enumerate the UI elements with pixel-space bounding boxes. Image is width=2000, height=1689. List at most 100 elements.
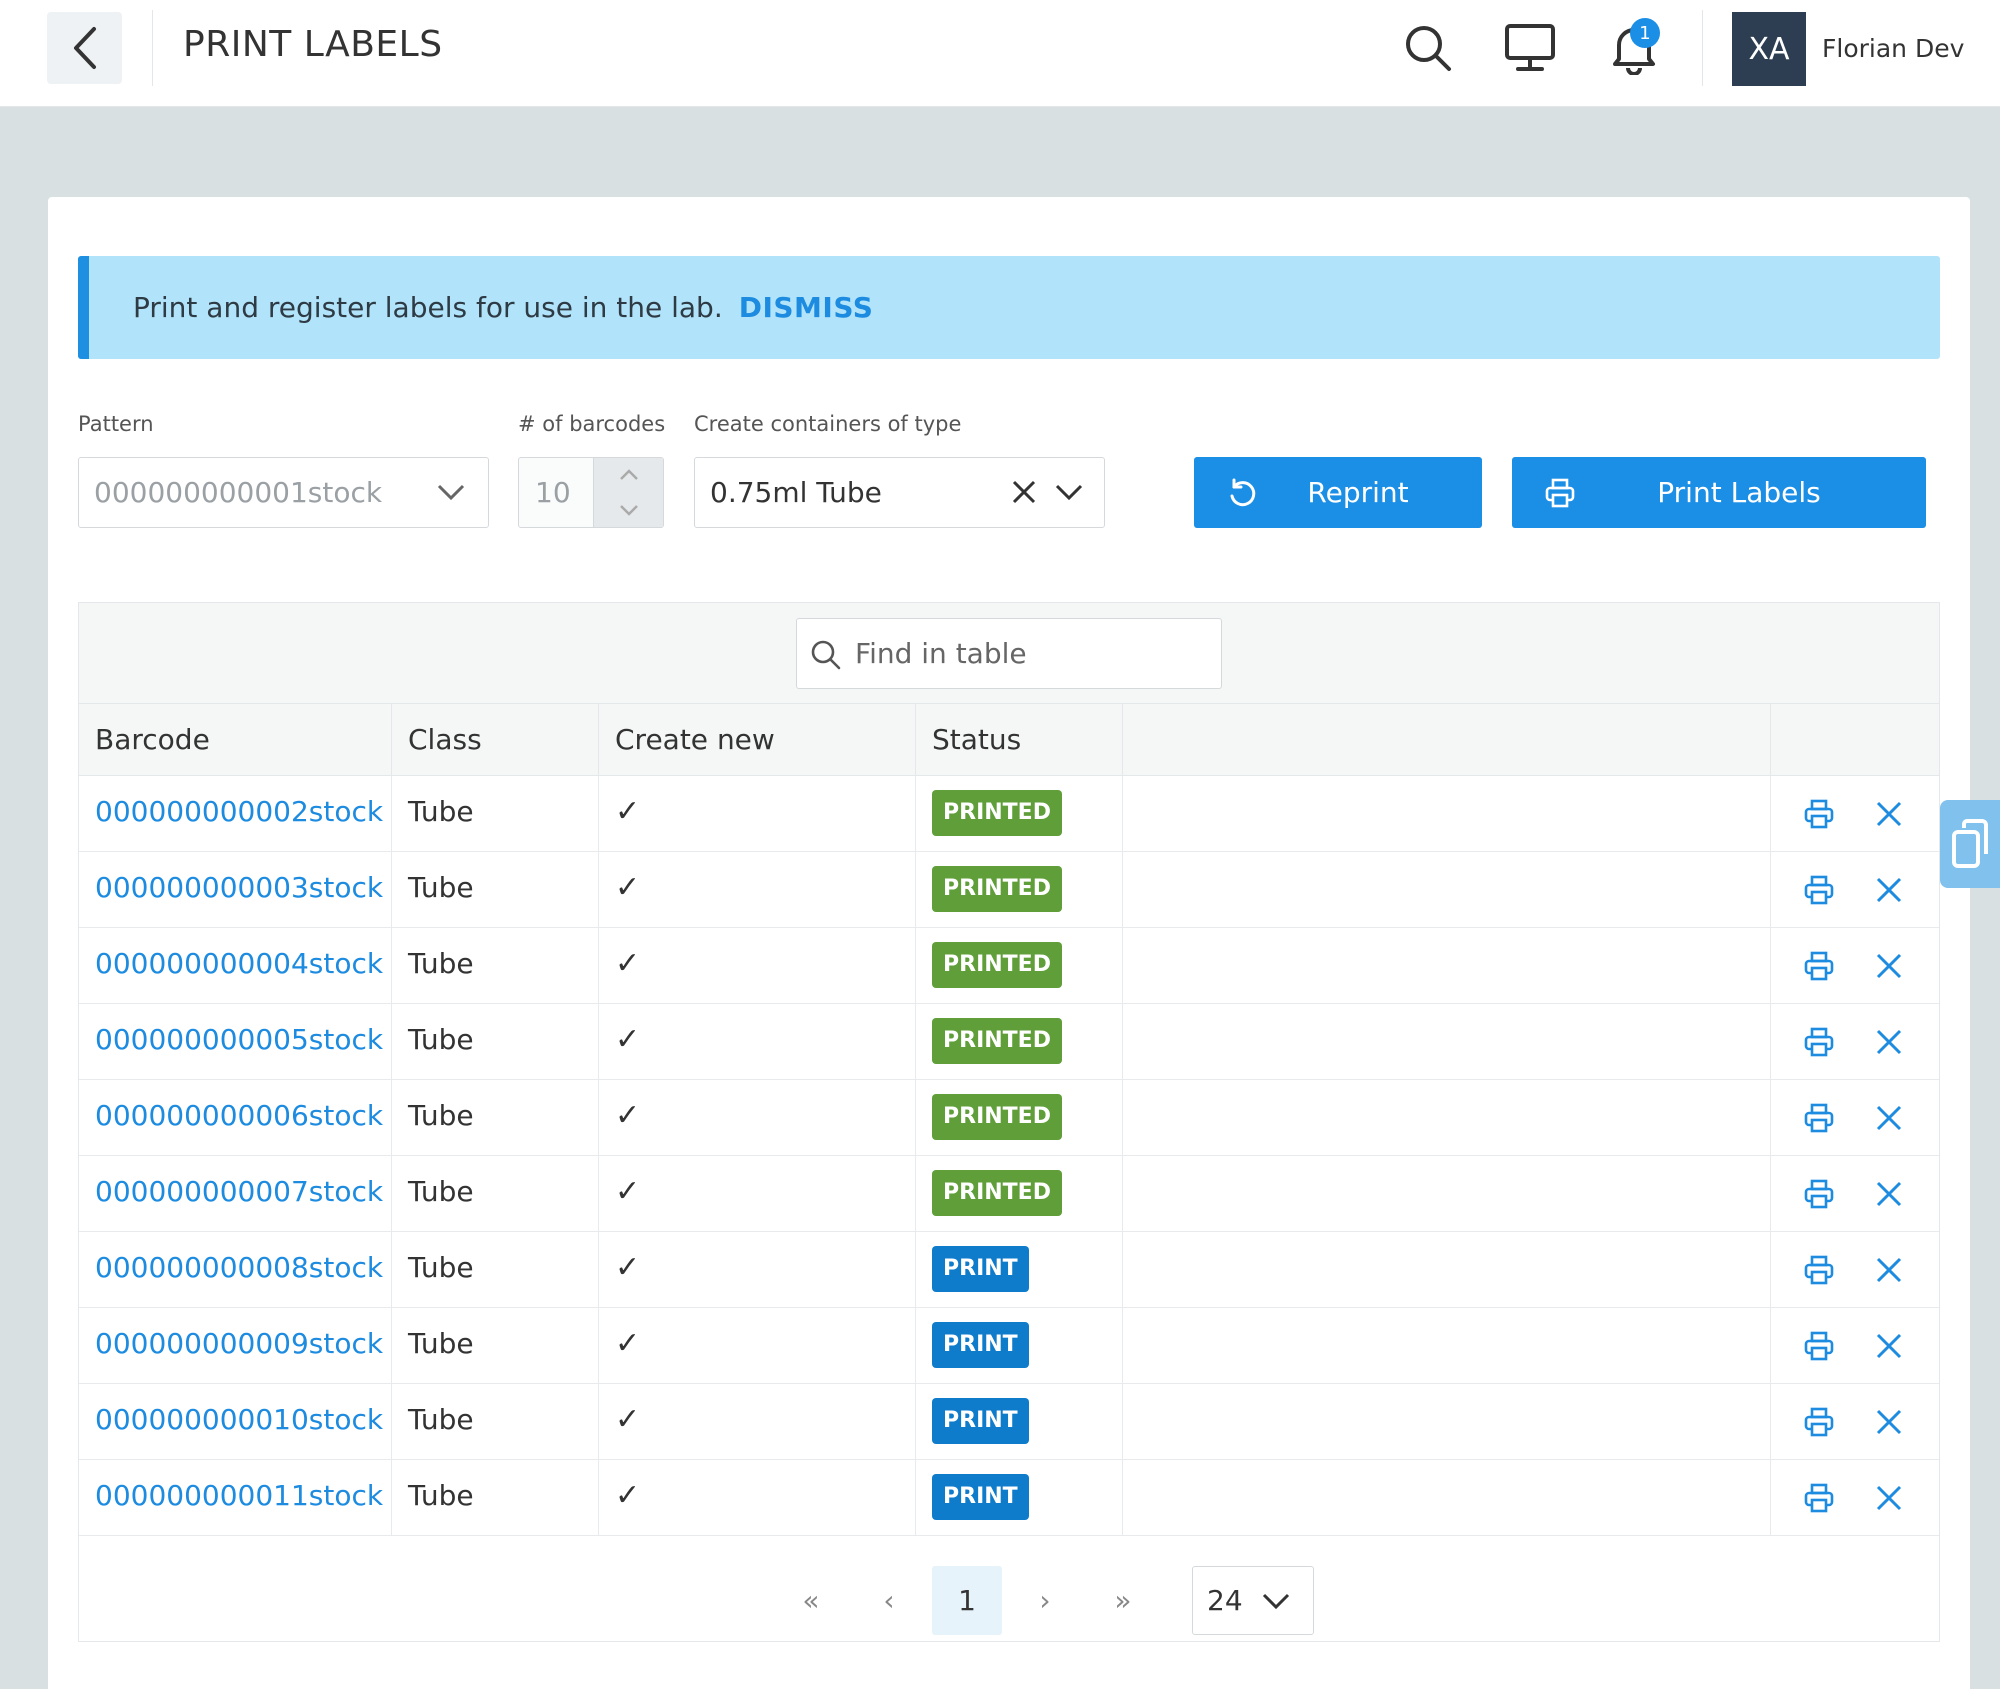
reprint-button[interactable]: Reprint (1194, 457, 1482, 528)
container-type-select[interactable]: 0.75ml Tube (694, 457, 1105, 528)
top-bar: PRINT LABELS 1 XA Florian Dev (0, 0, 2000, 107)
barcode-link[interactable]: 000000000009stock (95, 1327, 383, 1360)
avatar[interactable]: XA (1732, 12, 1806, 86)
barcode-link[interactable]: 000000000004stock (95, 947, 383, 980)
barcode-link[interactable]: 000000000002stock (95, 795, 383, 828)
actions-cell (1771, 1004, 1941, 1079)
spacer-cell (1123, 1156, 1771, 1231)
printer-icon (1804, 1407, 1834, 1437)
actions-cell (1771, 1384, 1941, 1459)
close-icon (1876, 1181, 1902, 1207)
actions-cell (1771, 1460, 1941, 1535)
remove-row-button[interactable] (1869, 794, 1909, 834)
side-copy-tab[interactable] (1940, 800, 2000, 888)
previous-page-button[interactable]: ‹ (854, 1566, 924, 1635)
print-row-button[interactable] (1799, 1098, 1839, 1138)
spacer-cell (1123, 1460, 1771, 1535)
find-in-table-input[interactable]: Find in table (796, 618, 1222, 689)
clear-icon[interactable] (1010, 478, 1038, 506)
table-row: 000000000008stock Tube ✓ PRINT (79, 1232, 1939, 1308)
page-size-select[interactable]: 24 (1192, 1566, 1314, 1635)
print-row-button[interactable] (1799, 1174, 1839, 1214)
print-row-button[interactable] (1799, 1326, 1839, 1366)
barcode-link[interactable]: 000000000007stock (95, 1175, 383, 1208)
create-container-cell: ✓ (599, 1232, 916, 1307)
print-row-button[interactable] (1799, 1478, 1839, 1518)
barcode-link[interactable]: 000000000008stock (95, 1251, 383, 1284)
print-labels-button[interactable]: Print Labels (1512, 457, 1926, 528)
user-name[interactable]: Florian Dev (1822, 34, 1964, 63)
container-type-label: Create containers of type (694, 412, 962, 436)
column-header-barcode[interactable]: Barcode (79, 704, 392, 776)
check-icon: ✓ (615, 870, 641, 905)
remove-row-button[interactable] (1869, 1022, 1909, 1062)
search-icon (1406, 26, 1451, 71)
barcode-count-stepper[interactable]: 10 (518, 457, 664, 528)
remove-row-button[interactable] (1869, 870, 1909, 910)
status-badge[interactable]: PRINTED (932, 1170, 1062, 1216)
stepper-up-button[interactable] (594, 458, 664, 492)
barcode-link[interactable]: 000000000006stock (95, 1099, 383, 1132)
class-cell: Tube (392, 852, 599, 927)
barcode-link[interactable]: 000000000003stock (95, 871, 383, 904)
first-page-button[interactable]: « (776, 1566, 846, 1635)
spacer-cell (1123, 1308, 1771, 1383)
spacer-cell (1123, 1080, 1771, 1155)
barcode-link[interactable]: 000000000011stock (95, 1479, 383, 1512)
printer-icon (1804, 951, 1834, 981)
column-header-create-new-container[interactable]: Create new container (599, 704, 916, 828)
print-row-button[interactable] (1799, 946, 1839, 986)
printer-icon (1804, 1483, 1834, 1513)
create-container-cell: ✓ (599, 1460, 916, 1535)
monitor-button[interactable] (1500, 18, 1560, 78)
column-header-status[interactable]: Status (916, 704, 1123, 776)
alert-message: Print and register labels for use in the… (133, 291, 723, 324)
next-page-button[interactable]: › (1010, 1566, 1080, 1635)
status-cell: PRINTED (916, 1156, 1123, 1231)
create-container-cell: ✓ (599, 1308, 916, 1383)
barcode-link[interactable]: 000000000005stock (95, 1023, 383, 1056)
class-cell: Tube (392, 1156, 599, 1231)
remove-row-button[interactable] (1869, 1098, 1909, 1138)
close-icon (1876, 1409, 1902, 1435)
dismiss-link[interactable]: DISMISS (739, 291, 874, 324)
last-page-button[interactable]: » (1088, 1566, 1158, 1635)
status-cell: PRINT (916, 1308, 1123, 1383)
status-badge[interactable]: PRINT (932, 1322, 1029, 1368)
notifications-button[interactable]: 1 (1604, 18, 1664, 78)
status-badge[interactable]: PRINTED (932, 1094, 1062, 1140)
remove-row-button[interactable] (1869, 1250, 1909, 1290)
pagination: « ‹ 1 › » 24 (79, 1546, 1939, 1642)
table-toolbar: Find in table (79, 603, 1939, 704)
search-button[interactable] (1398, 18, 1458, 78)
stepper-down-button[interactable] (594, 493, 664, 527)
barcode-cell: 000000000004stock (79, 928, 392, 1003)
remove-row-button[interactable] (1869, 1326, 1909, 1366)
print-row-button[interactable] (1799, 1402, 1839, 1442)
status-badge[interactable]: PRINT (932, 1398, 1029, 1444)
table-row: 000000000004stock Tube ✓ PRINTED (79, 928, 1939, 1004)
status-badge[interactable]: PRINT (932, 1474, 1029, 1520)
spacer-cell (1123, 852, 1771, 927)
remove-row-button[interactable] (1869, 1174, 1909, 1214)
status-badge[interactable]: PRINT (932, 1246, 1029, 1292)
create-container-cell: ✓ (599, 852, 916, 927)
remove-row-button[interactable] (1869, 1402, 1909, 1442)
column-header-class[interactable]: Class (392, 704, 599, 776)
remove-row-button[interactable] (1869, 1478, 1909, 1518)
pattern-select[interactable]: 000000000001stock (78, 457, 489, 528)
table-row: 000000000005stock Tube ✓ PRINTED (79, 1004, 1939, 1080)
print-row-button[interactable] (1799, 794, 1839, 834)
print-row-button[interactable] (1799, 1250, 1839, 1290)
print-row-button[interactable] (1799, 870, 1839, 910)
status-badge[interactable]: PRINTED (932, 866, 1062, 912)
back-button[interactable] (47, 12, 122, 84)
remove-row-button[interactable] (1869, 946, 1909, 986)
status-badge[interactable]: PRINTED (932, 790, 1062, 836)
status-badge[interactable]: PRINTED (932, 1018, 1062, 1064)
print-row-button[interactable] (1799, 1022, 1839, 1062)
status-badge[interactable]: PRINTED (932, 942, 1062, 988)
barcode-link[interactable]: 000000000010stock (95, 1403, 383, 1436)
barcode-cell: 000000000002stock (79, 776, 392, 851)
current-page[interactable]: 1 (932, 1566, 1002, 1635)
